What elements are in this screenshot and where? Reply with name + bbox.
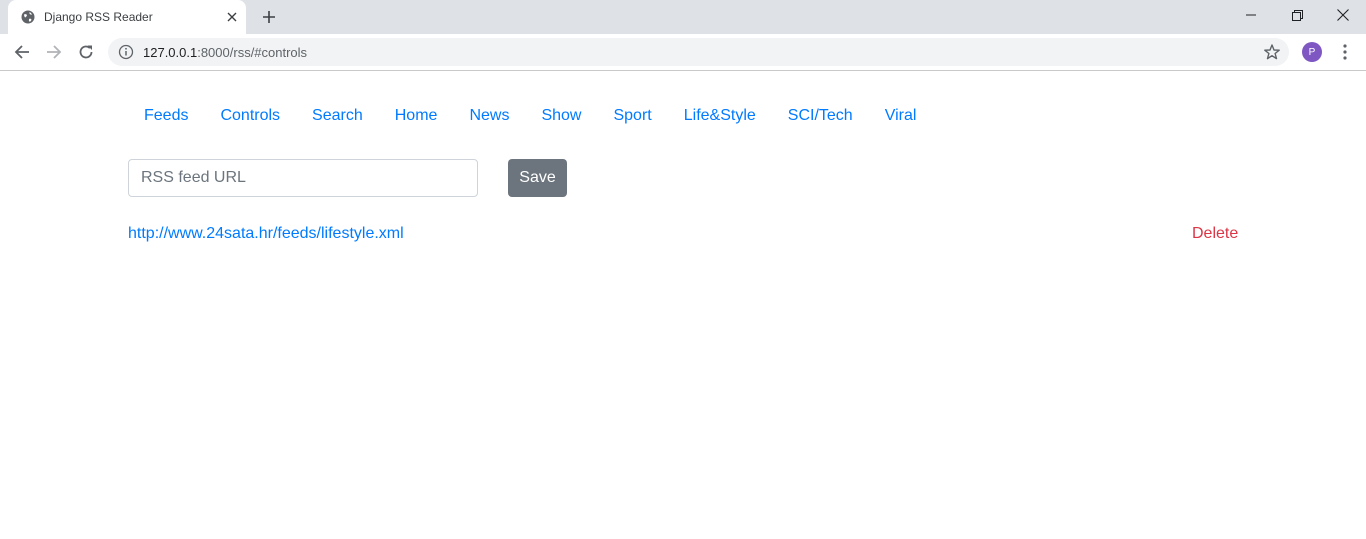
nav-link-home[interactable]: Home [379,104,454,128]
rss-url-input[interactable] [128,159,478,197]
profile-avatar[interactable]: P [1302,42,1322,62]
delete-feed-button[interactable]: Delete [1192,224,1238,244]
forward-arrow-icon[interactable] [42,40,66,64]
nav-link-lifestyle[interactable]: Life&Style [668,104,772,128]
restore-icon[interactable] [1274,0,1320,30]
reload-icon[interactable] [74,40,98,64]
nav-link-feeds[interactable]: Feeds [128,104,204,128]
url-host: 127.0.0.1 [143,45,198,60]
close-tab-icon[interactable] [224,9,240,25]
address-bar[interactable]: 127.0.0.1:8000/rss/#controls [108,38,1289,66]
url-text: 127.0.0.1:8000/rss/#controls [143,45,307,60]
back-arrow-icon[interactable] [10,40,34,64]
browser-toolbar: 127.0.0.1:8000/rss/#controls P [0,34,1366,71]
menu-dots-icon[interactable] [1335,42,1355,62]
url-path: :8000/rss/#controls [197,45,308,60]
browser-tab[interactable]: Django RSS Reader [8,0,246,34]
nav-link-controls[interactable]: Controls [204,104,296,128]
save-button[interactable]: Save [508,159,567,197]
nav-link-sport[interactable]: Sport [597,104,667,128]
site-navigation: Feeds Controls Search Home News Show Spo… [128,104,932,128]
nav-link-viral[interactable]: Viral [869,104,933,128]
nav-link-scitech[interactable]: SCI/Tech [772,104,869,128]
tab-strip: Django RSS Reader [0,0,1366,34]
close-window-icon[interactable] [1320,0,1366,30]
minimize-icon[interactable] [1228,0,1274,30]
info-icon[interactable] [118,44,134,60]
new-tab-icon[interactable] [259,7,279,27]
nav-link-search[interactable]: Search [296,104,379,128]
tab-title: Django RSS Reader [44,10,153,24]
globe-icon [21,10,35,24]
nav-link-show[interactable]: Show [525,104,597,128]
bookmark-star-icon[interactable] [1263,43,1281,61]
feed-url-link[interactable]: http://www.24sata.hr/feeds/lifestyle.xml [128,224,404,244]
nav-link-news[interactable]: News [453,104,525,128]
